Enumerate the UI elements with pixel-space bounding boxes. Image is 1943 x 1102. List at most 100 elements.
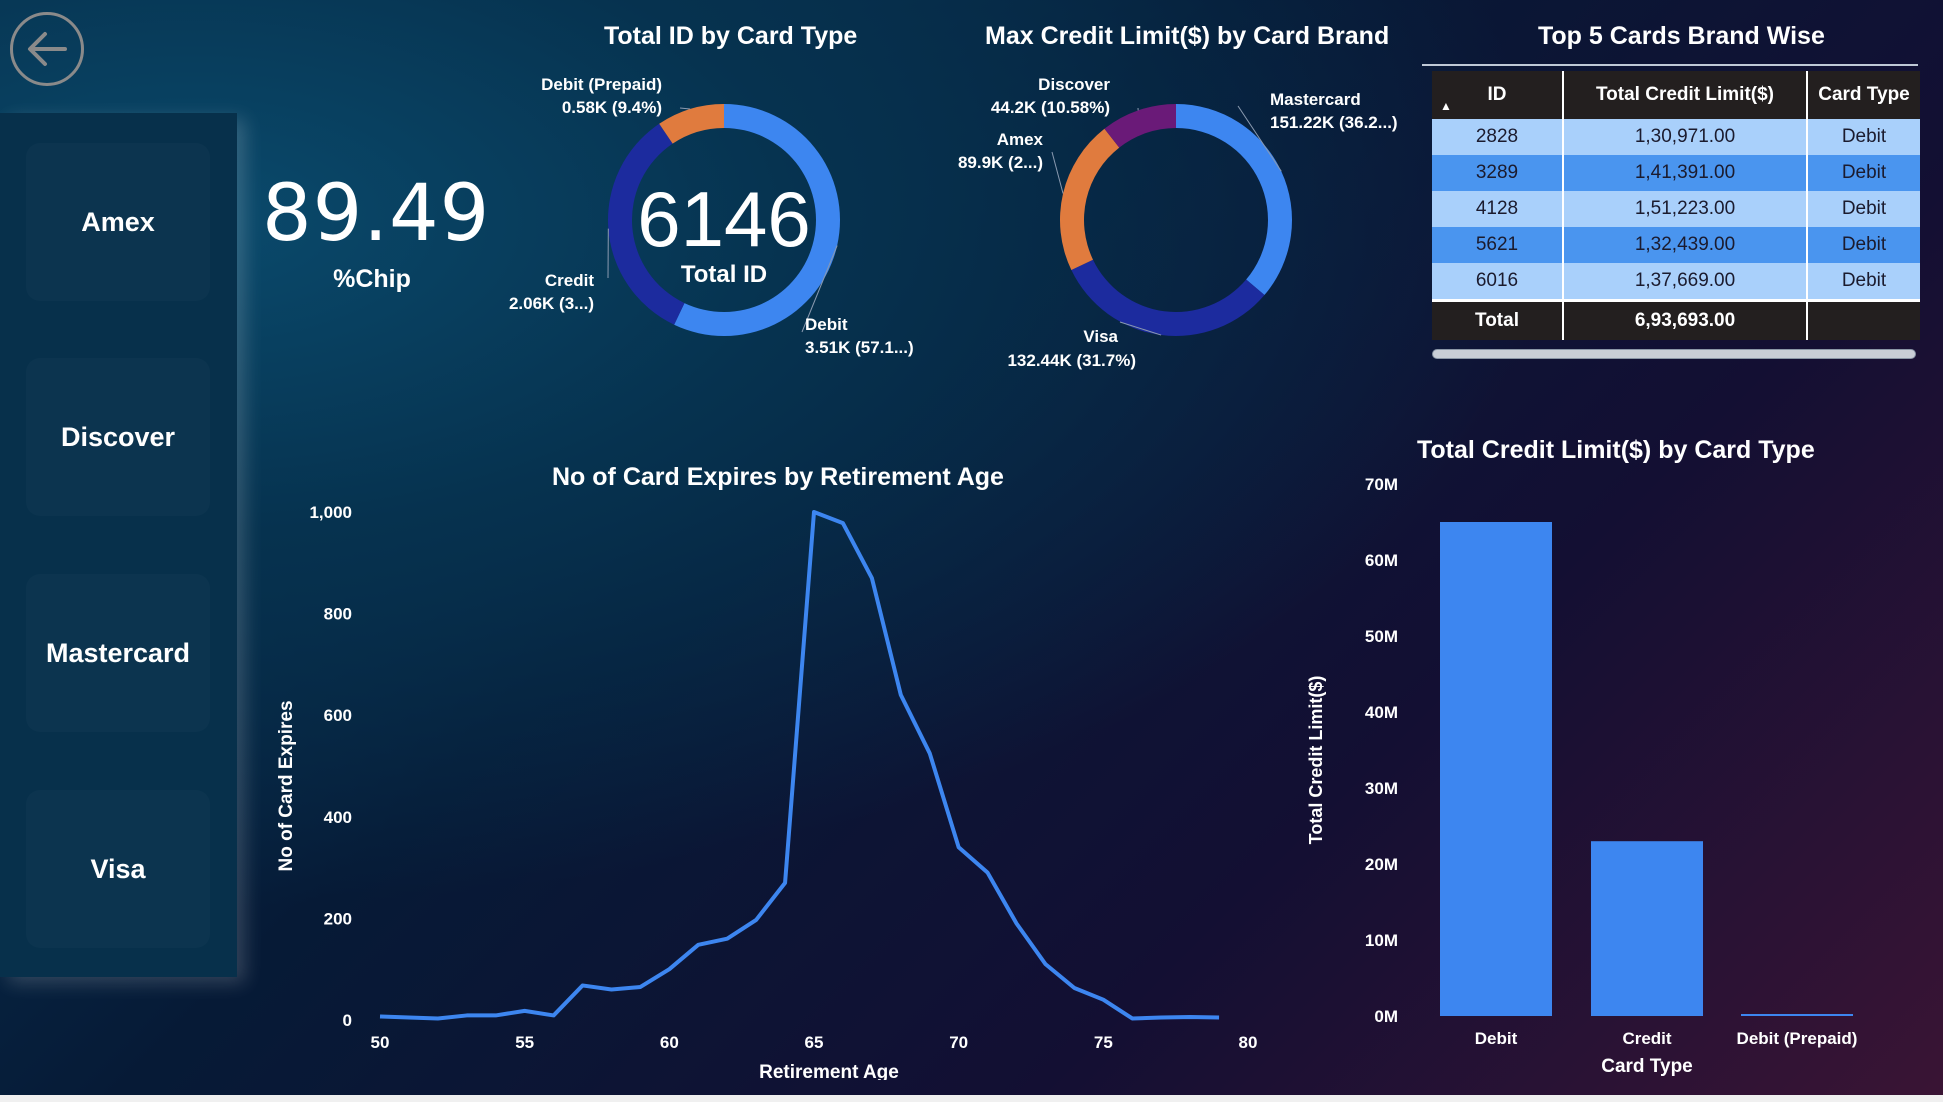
y-tick-label: 70M [1365,475,1398,494]
kpi-label: %Chip [333,265,411,293]
y-tick-label: 600 [324,706,352,725]
table-total-row: Total 6,93,693.00 [1432,299,1920,340]
label-amex-value: 89.9K (2...) [958,153,1043,172]
table-cell: 4128 [1432,191,1564,227]
column-header-credit-limit[interactable]: Total Credit Limit($) [1563,71,1808,119]
y-tick-label: 0M [1374,1007,1398,1026]
slicer-item-mastercard[interactable]: Mastercard [26,574,210,732]
slicer-item-label: Mastercard [45,637,191,668]
donut-center-value: 6146 [637,175,811,263]
label-visa-name: Visa [1083,327,1118,346]
table-cell: 1,51,223.00 [1563,191,1808,227]
label-debit-prepaid-value: 0.58K (9.4%) [562,98,662,117]
y-tick-label: 40M [1365,703,1398,722]
table-row[interactable]: 2828 1,30,971.00 Debit [1432,119,1920,155]
table-cell: Debit [1807,227,1920,263]
table-cell: Debit [1807,263,1920,301]
y-tick-label: 20M [1365,855,1398,874]
donut-card-brand-title: Max Credit Limit($) by Card Brand [985,22,1390,50]
bar-debit[interactable] [1440,522,1552,1016]
slicer-item-label: Visa [90,853,146,884]
x-tick-label: 65 [805,1033,824,1052]
y-tick-label: 10M [1365,931,1398,950]
table-header-row: ID ▲ Total Credit Limit($) Card Type [1432,71,1920,119]
leader-line [1051,151,1064,194]
kpi-value: 89.49 [262,169,491,259]
y-tick-label: 0 [343,1011,352,1030]
bottom-bar [0,1095,1943,1102]
bar-credit[interactable] [1591,841,1703,1016]
x-tick-label: Debit (Prepaid) [1737,1029,1858,1048]
x-tick-label: Credit [1622,1029,1671,1048]
donut-card-type-slice-debit-prepaid[interactable] [659,104,724,144]
back-button[interactable] [10,12,84,86]
column-header-label: Total Credit Limit($) [1595,84,1775,105]
line-chart: 0 200 400 600 800 1,000 50 55 60 65 70 75 80 Retireme… [276,503,1257,1080]
top-cards-table: ID ▲ Total Credit Limit($) Card Type 282… [1432,71,1920,340]
y-tick-label: 50M [1365,627,1398,646]
kpi-card-chip: 89.49 %Chip [262,169,491,294]
table-cell: 5621 [1432,227,1564,263]
table-cell: 1,32,439.00 [1563,227,1808,263]
slicer-item-label: Amex [81,206,155,237]
y-tick-label: 60M [1365,551,1398,570]
y-axis-label: Total Credit Limit($) [1306,676,1326,845]
y-tick-label: 200 [324,909,352,928]
donut-card-brand-slice-discover[interactable] [1104,104,1176,148]
column-header-card-type[interactable]: Card Type [1807,71,1920,119]
table-cell: Debit [1807,191,1920,227]
x-tick-label: Debit [1475,1029,1518,1048]
label-debit-name: Debit [805,315,848,334]
label-credit-value: 2.06K (3...) [509,294,594,313]
table-cell: 1,41,391.00 [1563,155,1808,191]
bar-chart-title: Total Credit Limit($) by Card Type [1417,436,1815,464]
table-cell: 2828 [1432,119,1564,155]
column-header-id[interactable]: ID ▲ [1432,71,1564,119]
table-horizontal-scrollbar[interactable] [1432,349,1916,359]
table-cell [1807,299,1920,340]
label-discover-name: Discover [1038,75,1110,94]
label-credit-name: Credit [545,271,594,290]
table-divider [1422,64,1918,66]
table-cell: 1,30,971.00 [1563,119,1808,155]
table-title: Top 5 Cards Brand Wise [1538,22,1825,50]
slicer-item-visa[interactable]: Visa [26,790,210,948]
slicer-item-label: Discover [60,421,176,452]
y-tick-label: 800 [324,605,352,624]
arrow-left-icon [28,32,67,66]
x-axis-label: Card Type [1601,1056,1693,1077]
x-tick-label: 70 [949,1033,968,1052]
label-amex-name: Amex [997,130,1044,149]
table-cell: 3289 [1432,155,1564,191]
column-header-label: Card Type [1818,84,1910,105]
bar-debit-prepaid[interactable] [1741,1014,1853,1016]
donut-card-brand-slice-mastercard[interactable] [1176,104,1292,296]
line-series-card-expires[interactable] [379,510,1220,1021]
label-visa-value: 132.44K (31.7%) [1007,351,1136,370]
donut-card-type-chart: 6146Total ID Debit (Prepaid) 0.58K (9.4%) C… [509,75,914,357]
card-brand-slicer: Amex Discover Mastercard Visa [0,113,237,977]
table-cell: 1,37,669.00 [1563,263,1808,301]
slicer-item-discover[interactable]: Discover [26,358,210,516]
x-tick-label: 55 [515,1033,534,1052]
x-tick-label: 60 [660,1033,679,1052]
leader-line [679,107,691,110]
sort-ascending-icon: ▲ [1440,99,1452,113]
y-tick-label: 30M [1365,779,1398,798]
slicer-item-amex[interactable]: Amex [26,143,210,301]
table-cell: Total [1432,299,1564,340]
label-debit-prepaid-name: Debit (Prepaid) [541,75,662,94]
table-row[interactable]: 3289 1,41,391.00 Debit [1432,155,1920,191]
x-tick-label: 50 [371,1033,390,1052]
label-debit-value: 3.51K (57.1...) [805,338,914,357]
table-row[interactable]: 6016 1,37,669.00 Debit [1432,263,1920,301]
column-header-label: ID [1487,84,1507,105]
donut-card-brand-chart: Discover 44.2K (10.58%) Amex 89.9K (2...) Ma… [958,75,1398,370]
donut-card-brand-slice-visa[interactable] [1071,259,1265,336]
dashboard-canvas: Amex Discover Mastercard Visa 89.49 %Chi… [0,0,1943,1095]
table-row[interactable]: 5621 1,32,439.00 Debit [1432,227,1920,263]
table-row[interactable]: 4128 1,51,223.00 Debit [1432,191,1920,227]
donut-card-brand-slice-amex[interactable] [1060,128,1120,271]
label-discover-value: 44.2K (10.58%) [991,98,1110,117]
table-cell: 6,93,693.00 [1563,299,1808,340]
